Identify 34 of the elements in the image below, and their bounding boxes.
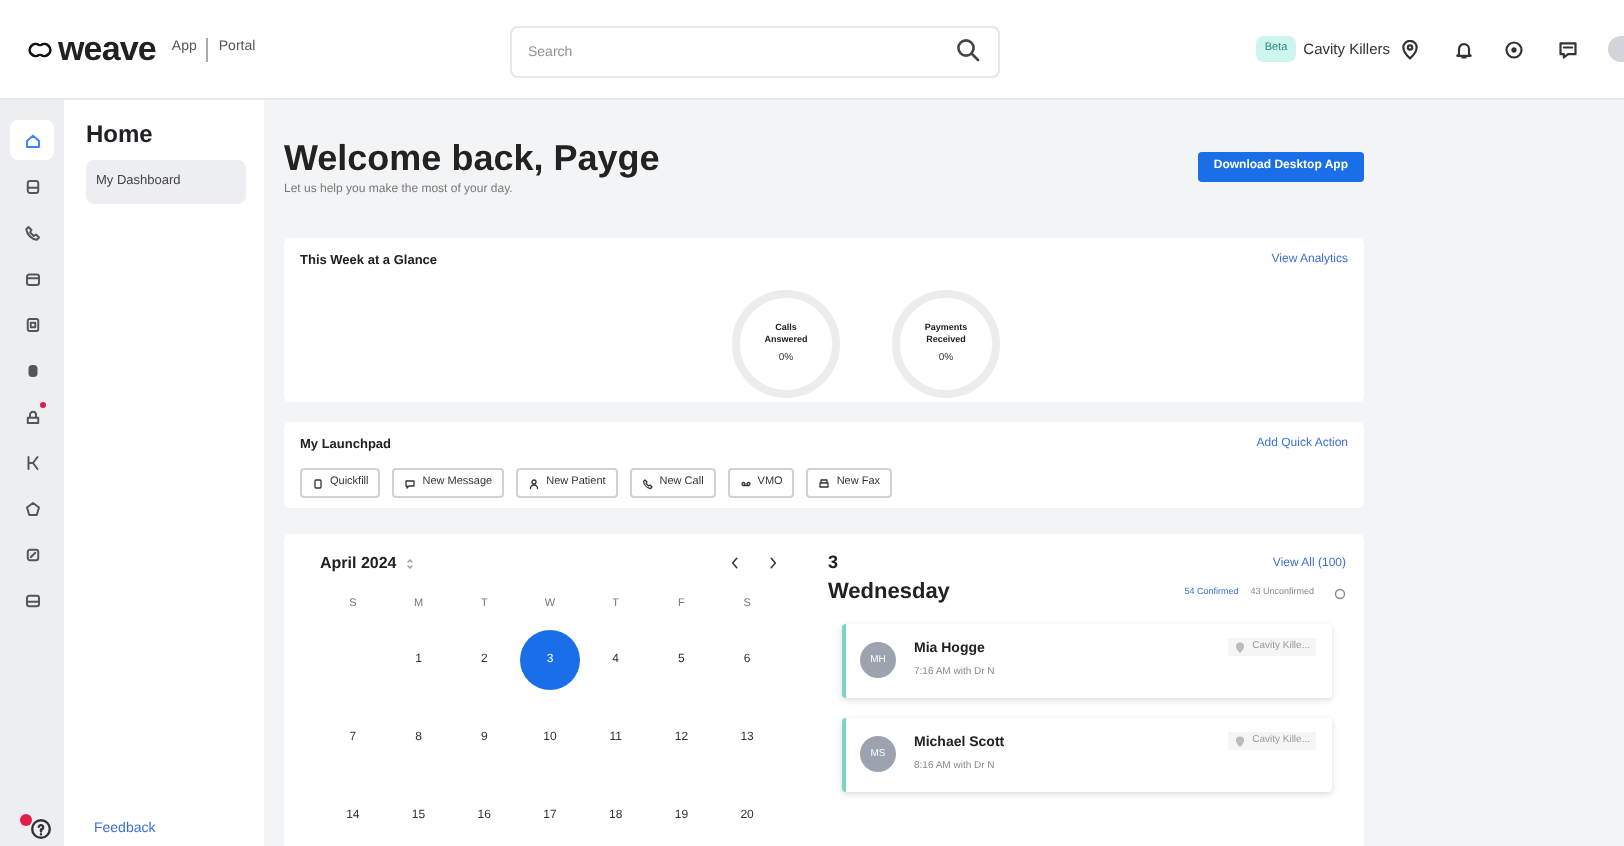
calendar-icon bbox=[23, 269, 41, 287]
printer-icon bbox=[818, 477, 831, 490]
bell-icon[interactable] bbox=[1454, 39, 1474, 59]
welcome-title: Welcome back, Payge bbox=[284, 136, 660, 180]
help-button[interactable] bbox=[26, 814, 54, 842]
speech-bubble-icon bbox=[404, 477, 417, 490]
logo-icon bbox=[24, 37, 56, 61]
location-pin-icon bbox=[1234, 735, 1247, 747]
location-pin-icon[interactable] bbox=[1400, 39, 1420, 59]
help-icon bbox=[29, 817, 51, 839]
month-title: April 2024 bbox=[320, 551, 397, 576]
search-icon[interactable] bbox=[956, 37, 980, 61]
phone-icon bbox=[641, 477, 654, 490]
pill-icon bbox=[23, 361, 41, 379]
voicemail-icon bbox=[739, 477, 752, 490]
lock-icon bbox=[23, 407, 41, 425]
weekday-title: Wednesday bbox=[828, 578, 950, 609]
inbox-icon bbox=[23, 177, 41, 195]
chat-icon[interactable] bbox=[1558, 39, 1578, 59]
square-icon bbox=[23, 315, 41, 333]
sort-icon[interactable] bbox=[404, 557, 417, 570]
pentagon-icon bbox=[23, 499, 41, 517]
logo-text: weave bbox=[58, 32, 156, 66]
person-icon bbox=[528, 477, 541, 490]
tray-icon bbox=[23, 591, 41, 609]
date-number: 3 bbox=[828, 549, 839, 576]
rail-button[interactable] bbox=[10, 120, 54, 160]
clipboard-icon bbox=[312, 477, 324, 490]
sidebar-title: Home bbox=[86, 118, 155, 152]
location-pin-icon bbox=[1234, 641, 1247, 653]
home-icon bbox=[23, 131, 41, 149]
chevron-left-icon[interactable] bbox=[728, 556, 742, 571]
phone-icon bbox=[23, 223, 41, 241]
chevron-right-icon[interactable] bbox=[766, 556, 780, 571]
